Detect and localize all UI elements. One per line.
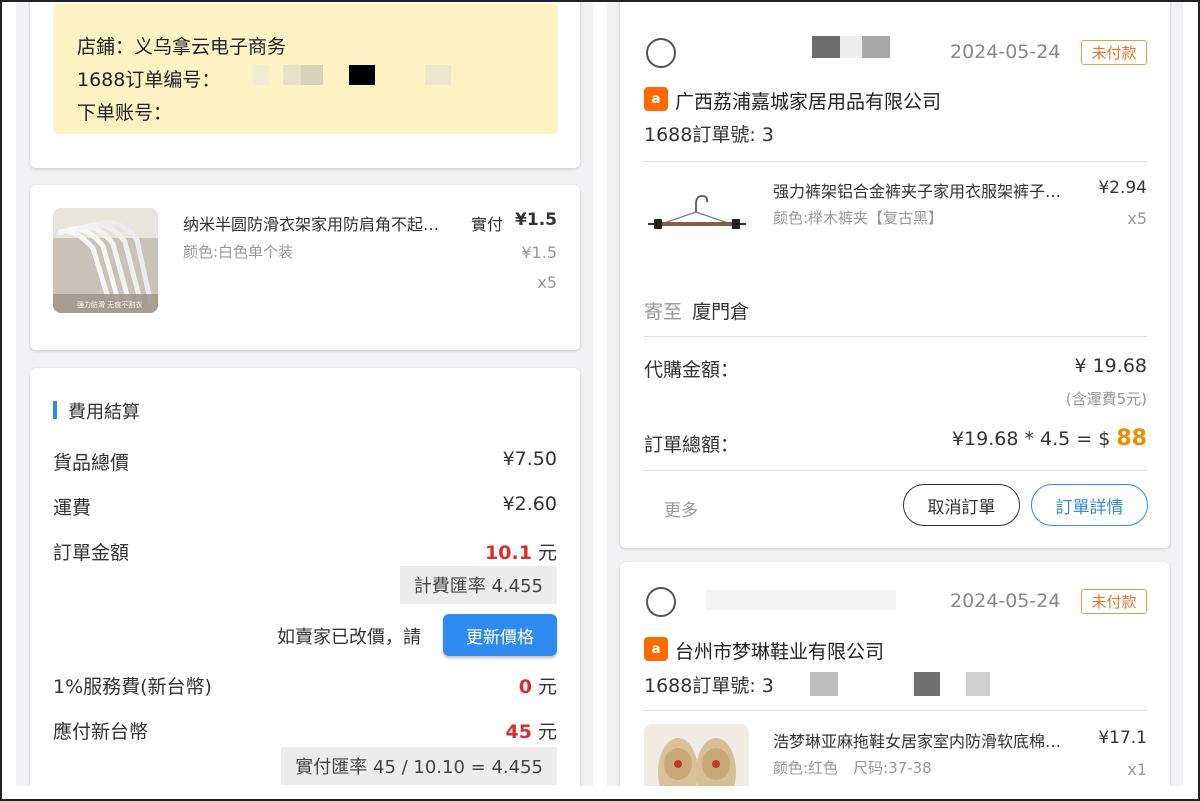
item-price: ¥2.94 xyxy=(1098,178,1147,198)
order-card: 2024-05-24 未付款 a 广西荔浦嘉城家居用品有限公司 1688訂單號:… xyxy=(620,2,1170,548)
left-panel: 店鋪：义乌拿云电子商务 1688订单编号： 下单账号： 强力防滑 无痕不割衣 纳… xyxy=(16,2,593,786)
redacted-block xyxy=(349,65,375,85)
product-qty: x5 xyxy=(537,273,557,292)
redacted-block xyxy=(706,590,896,610)
redacted-block xyxy=(966,672,990,696)
service-fee-value: 0 xyxy=(518,676,532,698)
status-badge: 未付款 xyxy=(1081,40,1147,65)
section-marker xyxy=(53,401,57,419)
redacted-block xyxy=(812,36,840,58)
order-amount-unit: 元 xyxy=(537,542,557,564)
redacted-block xyxy=(301,65,323,85)
store-info-box: 店鋪：义乌拿云电子商务 1688订单编号： 下单账号： xyxy=(53,4,558,134)
store-name: 店鋪：义乌拿云电子商务 xyxy=(77,36,287,58)
order-number: 1688訂單號: 3 xyxy=(644,675,774,697)
order-detail-button[interactable]: 訂單詳情 xyxy=(1031,484,1148,526)
order-date: 2024-05-24 xyxy=(950,41,1061,63)
paid-label: 實付 xyxy=(471,215,504,234)
goods-total-value: ¥7.50 xyxy=(502,448,557,470)
agent-amount-value: ¥ 19.68 xyxy=(1074,355,1147,377)
item-qty: x5 xyxy=(1127,209,1147,228)
product-variant: 颜色:白色单个装 xyxy=(183,243,294,261)
thumbnail-caption: 强力防滑 无痕不割衣 xyxy=(77,301,143,309)
slipper-photo-icon xyxy=(644,724,749,786)
supplier-name[interactable]: 广西荔浦嘉城家居用品有限公司 xyxy=(675,87,941,114)
supplier-name[interactable]: 台州市梦琳鞋业有限公司 xyxy=(675,637,884,664)
cancel-order-button[interactable]: 取消訂單 xyxy=(903,484,1020,526)
order-select-radio[interactable] xyxy=(646,587,676,617)
status-badge: 未付款 xyxy=(1081,589,1147,614)
redacted-block xyxy=(914,672,940,696)
billing-rate-badge: 計費匯率 4.455 xyxy=(399,566,557,604)
redacted-block xyxy=(840,36,862,58)
redacted-block xyxy=(253,65,269,85)
price-change-note: 如賣家已改價，請 xyxy=(277,627,421,648)
order-amount: 10.1 元 xyxy=(485,538,557,565)
original-price: ¥1.5 xyxy=(521,243,557,262)
product-title[interactable]: 纳米半圆防滑衣架家用防肩角不起… xyxy=(183,211,439,235)
item-title[interactable]: 强力裤架铝合金裤夹子家用衣服架裤子… xyxy=(773,178,1061,202)
redacted-block xyxy=(810,672,838,696)
payable: 45 元 xyxy=(505,717,557,744)
divider xyxy=(644,161,1147,162)
total-value: 88 xyxy=(1116,426,1147,451)
alibaba-logo-icon: a xyxy=(644,637,668,661)
ship-to-label: 寄至 xyxy=(644,301,683,323)
redacted-block xyxy=(862,36,890,58)
divider xyxy=(644,336,1147,337)
shipping-label: 運費 xyxy=(53,497,92,519)
fee-title: 費用結算 xyxy=(68,402,140,423)
hanger-photo-icon xyxy=(53,208,158,313)
product-thumbnail[interactable]: 强力防滑 无痕不割衣 xyxy=(53,208,158,313)
account-label: 下单账号： xyxy=(77,102,173,124)
payable-value: 45 xyxy=(505,721,532,743)
product-card[interactable]: 强力防滑 无痕不割衣 纳米半圆防滑衣架家用防肩角不起… 實付 ¥1.5 颜色:白… xyxy=(30,185,580,350)
total-formula: ¥19.68 * 4.5 = $ xyxy=(951,428,1111,450)
more-link[interactable]: 更多 xyxy=(664,496,698,521)
order-number: 1688訂單號: 3 xyxy=(644,124,774,146)
item-price: ¥17.1 xyxy=(1098,728,1147,748)
divider xyxy=(644,710,1147,711)
pants-hanger-icon xyxy=(648,195,746,229)
shipping-value: ¥2.60 xyxy=(502,493,557,515)
agent-amount-label: 代購金額： xyxy=(644,359,740,381)
redacted-block xyxy=(425,65,451,85)
store-info-card: 店鋪：义乌拿云电子商务 1688订单编号： 下单账号： xyxy=(30,2,580,168)
payable-label: 應付新台幣 xyxy=(53,721,149,743)
divider xyxy=(644,470,1147,471)
order-number-label: 1688订单编号： xyxy=(77,69,221,91)
service-fee: 0 元 xyxy=(519,672,557,699)
actual-rate-badge: 實付匯率 45 / 10.10 = 4.455 xyxy=(281,747,557,785)
total-amount: ¥19.68 * 4.5 = $ 88 xyxy=(952,426,1147,451)
slipper-thumbnail[interactable] xyxy=(644,724,749,786)
right-panel: 2024-05-24 未付款 a 广西荔浦嘉城家居用品有限公司 1688訂單號:… xyxy=(607,2,1183,786)
service-fee-label: 1%服務費(新台幣) xyxy=(53,676,212,698)
order-select-radio[interactable] xyxy=(646,38,676,68)
goods-total-label: 貨品總價 xyxy=(53,452,130,474)
order-date: 2024-05-24 xyxy=(950,590,1061,612)
shipping-included-note: (含運費5元) xyxy=(1065,390,1147,408)
paid-price: ¥1.5 xyxy=(515,210,557,230)
payable-unit: 元 xyxy=(537,721,557,743)
order-amount-label: 訂單金額 xyxy=(53,542,130,564)
order-card: 2024-05-24 未付款 a 台州市梦琳鞋业有限公司 1688訂單號: 3 … xyxy=(620,562,1170,786)
service-fee-unit: 元 xyxy=(537,676,557,698)
order-amount-value: 10.1 xyxy=(485,542,532,564)
total-label: 訂單總額： xyxy=(644,434,740,456)
item-variant: 颜色:榉木裤夹【复古黑】 xyxy=(773,209,944,227)
update-price-button[interactable]: 更新價格 xyxy=(443,614,557,656)
redacted-block xyxy=(283,65,301,85)
item-qty: x1 xyxy=(1127,760,1147,779)
ship-to-value: 廈門倉 xyxy=(692,301,750,323)
alibaba-logo-icon: a xyxy=(644,87,668,111)
item-variant: 颜色:红色 尺码:37-38 xyxy=(773,759,932,777)
item-title[interactable]: 浩梦琳亚麻拖鞋女居家室内防滑软底棉… xyxy=(773,728,1061,752)
pants-hanger-thumbnail[interactable] xyxy=(644,190,749,240)
fee-summary-card: 費用結算 貨品總價 ¥7.50 運費 ¥2.60 訂單金額 10.1 元 計費匯… xyxy=(30,368,580,786)
ship-to: 寄至 廈門倉 xyxy=(644,297,749,324)
